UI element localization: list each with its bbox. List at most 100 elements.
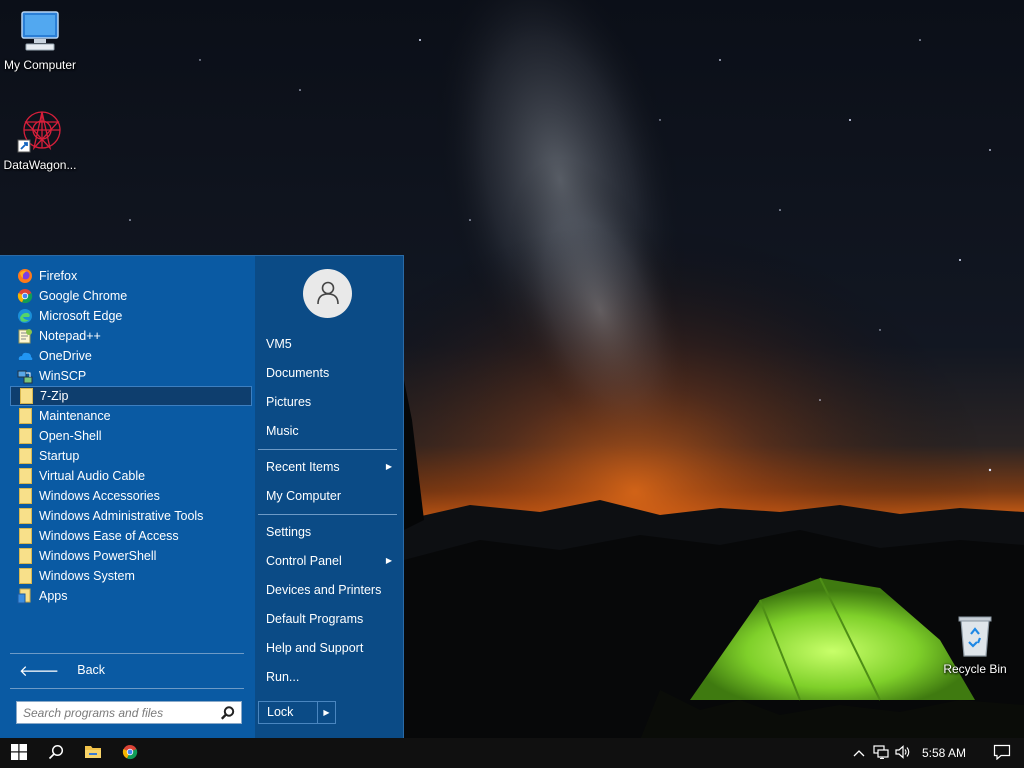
taskbar-clock[interactable]: 5:58 AM	[914, 746, 980, 760]
program-item-windows-ease-of-access[interactable]: Windows Ease of Access	[10, 526, 252, 546]
winscp-icon	[17, 368, 33, 384]
user-avatar[interactable]	[303, 269, 352, 318]
program-label: 7-Zip	[40, 389, 69, 403]
program-item-startup[interactable]: Startup	[10, 446, 252, 466]
desktop-icon-recycle-bin[interactable]: Recycle Bin	[935, 612, 1015, 676]
program-item-windows-accessories[interactable]: Windows Accessories	[10, 486, 252, 506]
place-item-pictures[interactable]: Pictures	[258, 389, 398, 415]
start-menu: Firefox Google Chrome Microsoft Edge Not…	[0, 255, 404, 739]
program-item-windows-powershell[interactable]: Windows PowerShell	[10, 546, 252, 566]
folder-icon	[17, 428, 33, 444]
program-label: Windows Accessories	[39, 489, 160, 503]
show-hidden-icons-button[interactable]	[848, 738, 870, 768]
separator	[10, 688, 244, 689]
programs-pane: Firefox Google Chrome Microsoft Edge Not…	[0, 256, 255, 739]
taskbar-search-button[interactable]	[37, 738, 74, 768]
lock-button[interactable]: Lock	[259, 702, 317, 723]
folder-icon	[18, 388, 34, 404]
place-item-my-computer[interactable]: My Computer	[258, 483, 398, 509]
taskbar-file-explorer[interactable]	[74, 738, 111, 768]
place-item-settings[interactable]: Settings	[258, 519, 398, 545]
separator	[258, 449, 397, 450]
back-button[interactable]: 🡐 Back	[10, 659, 244, 681]
program-item-virtual-audio-cable[interactable]: Virtual Audio Cable	[10, 466, 252, 486]
place-label: Settings	[266, 525, 312, 539]
notification-icon	[993, 744, 1011, 763]
place-item-default-programs[interactable]: Default Programs	[258, 606, 398, 632]
speaker-icon	[894, 744, 912, 762]
submenu-arrow-icon: ▶	[385, 462, 392, 471]
program-label: Firefox	[39, 269, 78, 283]
program-item-edge[interactable]: Microsoft Edge	[10, 306, 252, 326]
desktop-icon-my-computer[interactable]: My Computer	[0, 8, 80, 72]
program-item-notepadpp[interactable]: Notepad++	[10, 326, 252, 346]
place-label: Pictures	[266, 395, 312, 409]
folder-icon	[17, 468, 33, 484]
desktop-icon-label: My Computer	[3, 58, 77, 72]
recycle-bin-icon	[951, 612, 999, 660]
program-item-windows-admin-tools[interactable]: Windows Administrative Tools	[10, 506, 252, 526]
lock-options-arrow-icon[interactable]: ▶	[317, 702, 335, 723]
program-item-winscp[interactable]: WinSCP	[10, 366, 252, 386]
windows-logo-icon	[10, 743, 27, 763]
search-icon[interactable]	[220, 705, 236, 721]
folder-icon	[17, 488, 33, 504]
apps-icon	[17, 588, 33, 604]
place-label: My Computer	[266, 489, 342, 503]
program-label: Maintenance	[39, 409, 111, 423]
separator	[258, 514, 397, 515]
place-label: Help and Support	[266, 641, 364, 655]
program-item-onedrive[interactable]: OneDrive	[10, 346, 252, 366]
network-icon	[873, 744, 889, 762]
place-label: Music	[266, 424, 299, 438]
place-item-control-panel[interactable]: Control Panel ▶	[258, 548, 398, 574]
program-item-firefox[interactable]: Firefox	[10, 266, 252, 286]
program-label: Apps	[39, 589, 68, 603]
program-item-open-shell[interactable]: Open-Shell	[10, 426, 252, 446]
place-item-music[interactable]: Music	[258, 418, 398, 444]
place-label: Default Programs	[266, 612, 364, 626]
program-label: WinSCP	[39, 369, 87, 383]
system-tray: 5:58 AM	[848, 738, 1024, 768]
place-item-recent-items[interactable]: Recent Items ▶	[258, 454, 398, 480]
program-item-windows-system[interactable]: Windows System	[10, 566, 252, 586]
onedrive-icon	[17, 348, 33, 364]
place-label: Run...	[266, 670, 300, 684]
network-tray-button[interactable]	[870, 738, 892, 768]
search-box[interactable]	[16, 701, 242, 724]
program-list: Firefox Google Chrome Microsoft Edge Not…	[10, 266, 252, 606]
program-item-apps[interactable]: Apps	[10, 586, 252, 606]
volume-tray-button[interactable]	[892, 738, 914, 768]
start-button[interactable]	[0, 738, 37, 768]
folder-icon	[17, 548, 33, 564]
program-label: Startup	[39, 449, 80, 463]
program-label: Windows Ease of Access	[39, 529, 179, 543]
desktop-icon-label: DataWagon...	[3, 158, 77, 172]
desktop-icon-label: Recycle Bin	[943, 662, 1007, 676]
user-icon	[315, 279, 341, 308]
place-item-help-and-support[interactable]: Help and Support	[258, 635, 398, 661]
chevron-up-icon	[853, 746, 865, 760]
place-label: VM5	[266, 337, 292, 351]
desktop-icon-datawagon[interactable]: DataWagon...	[0, 108, 80, 172]
folder-icon	[17, 528, 33, 544]
program-item-maintenance[interactable]: Maintenance	[10, 406, 252, 426]
program-item-7zip[interactable]: 7-Zip	[10, 386, 252, 406]
place-item-devices-and-printers[interactable]: Devices and Printers	[258, 577, 398, 603]
back-label: Back	[77, 663, 106, 677]
notepadpp-icon	[17, 328, 33, 344]
taskbar-chrome[interactable]	[111, 738, 148, 768]
program-item-chrome[interactable]: Google Chrome	[10, 286, 252, 306]
search-input[interactable]	[17, 702, 217, 723]
place-item-vm5[interactable]: VM5	[258, 331, 398, 357]
action-center-button[interactable]	[980, 738, 1024, 768]
program-label: Windows Administrative Tools	[39, 509, 204, 523]
datawagon-shortcut-icon	[16, 108, 64, 156]
place-label: Devices and Printers	[266, 583, 382, 597]
firefox-icon	[17, 268, 33, 284]
separator	[10, 653, 244, 654]
place-item-run[interactable]: Run...	[258, 664, 398, 690]
place-item-documents[interactable]: Documents	[258, 360, 398, 386]
edge-icon	[17, 308, 33, 324]
place-label: Recent Items	[266, 460, 340, 474]
